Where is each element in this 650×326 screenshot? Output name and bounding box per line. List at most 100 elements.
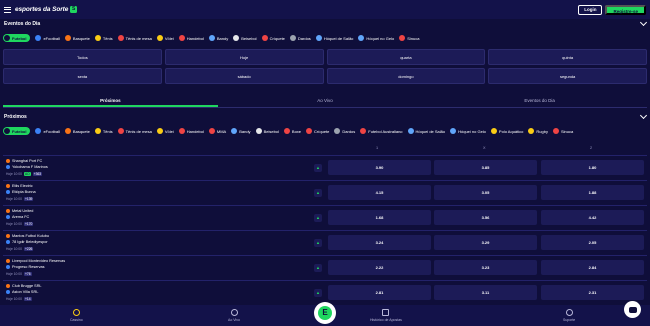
center-action-button[interactable]: E <box>314 302 336 324</box>
odds-button[interactable]: 1.88 <box>541 185 644 200</box>
event-row[interactable]: Club Brugge SRL Aston Villa SRL Hoje 10:00… <box>3 280 647 304</box>
tab-ao-vivo[interactable]: Ao Vivo <box>218 95 433 107</box>
chevron-down-icon[interactable] <box>639 111 648 120</box>
markets-count-badge[interactable]: +363 <box>32 172 43 176</box>
odds-button[interactable]: 3.29 <box>434 235 537 250</box>
event-row[interactable]: Mantos Futbol Kulubu 78 Igdir Belediyespo… <box>3 230 647 254</box>
stats-icon[interactable]: ▲ <box>314 214 322 222</box>
odds-button[interactable]: 3.11 <box>434 285 537 300</box>
stats-icon[interactable]: ▲ <box>314 164 322 172</box>
sport-chip-t-nis-de-mesa[interactable]: Tênis de mesa <box>117 128 152 134</box>
markets-count-badge[interactable]: +170 <box>23 222 34 226</box>
odds-button[interactable]: 3.23 <box>434 260 537 275</box>
chat-button[interactable] <box>624 301 641 318</box>
menu-icon[interactable] <box>4 6 11 13</box>
nav-suporte[interactable]: Suporte <box>563 309 575 322</box>
sport-chip-h-quei-de-sal-o[interactable]: Hóquei de Salão <box>407 128 445 134</box>
markets-count-badge[interactable]: +226 <box>23 247 34 251</box>
day-filter-button[interactable]: sexta <box>3 68 162 84</box>
sport-chip-h-quei-no-gelo[interactable]: Hóquei no Gelo <box>450 128 486 134</box>
sport-chip-t-nis-de-mesa[interactable]: Tênis de mesa <box>117 35 152 41</box>
sport-chip-bandy[interactable]: Bandy <box>208 35 228 41</box>
odds-button[interactable]: 2.22 <box>328 260 431 275</box>
sport-chip-t-nis[interactable]: Tênis <box>94 35 113 41</box>
odds-button[interactable]: 3.56 <box>434 210 537 225</box>
away-team: Arema FC <box>6 215 29 219</box>
odds-button[interactable]: 4.42 <box>541 210 644 225</box>
nav-historico[interactable]: Histórico de Apostas <box>370 309 402 322</box>
event-meta: Hoje 10:00 +76 <box>6 272 32 276</box>
chevron-down-icon[interactable] <box>639 18 648 27</box>
sport-chip-handebol[interactable]: Handebol <box>178 128 204 134</box>
odds-button[interactable]: 2.81 <box>328 285 431 300</box>
sport-chip-mma[interactable]: MMA <box>208 128 226 134</box>
day-filter-button[interactable]: quinta <box>488 49 647 65</box>
event-row[interactable]: Etiis Electric Etiópia Bunna Hoje 10:00 +13… <box>3 180 647 204</box>
sport-chip-rugby[interactable]: Rugby <box>528 128 548 134</box>
sport-chip-efootball[interactable]: eFootball <box>35 128 60 134</box>
event-row[interactable]: Shanghai Port FC Yokohama F Marinos Hoje 1… <box>3 155 647 179</box>
sport-chip-beisebol[interactable]: Beisebol <box>233 35 257 41</box>
odds-button[interactable]: 2.05 <box>541 235 644 250</box>
odds-button[interactable]: 3.90 <box>328 160 431 175</box>
sport-chip-bandy[interactable]: Bandy <box>231 128 251 134</box>
event-row[interactable]: Liverpool Montevideo Reservas Progreso Re… <box>3 255 647 279</box>
day-filter-button[interactable]: Todos <box>3 49 162 65</box>
sport-chip-dardos[interactable]: Dardos <box>289 35 311 41</box>
sport-chip-efootball[interactable]: eFootball <box>35 35 60 41</box>
day-filter-button[interactable]: sábado <box>164 68 324 84</box>
sport-chip-sinuca[interactable]: Sinuca <box>552 128 573 134</box>
markets-count-badge[interactable]: +14 <box>23 297 32 301</box>
login-button[interactable]: Login <box>578 4 603 15</box>
markets-count-badge[interactable]: +76 <box>23 272 32 276</box>
sport-label: Basquete <box>72 128 90 134</box>
odds-button[interactable]: 1.68 <box>328 210 431 225</box>
sport-chip-futebol[interactable]: Futebol <box>3 127 31 135</box>
sport-chip-h-quei-de-sal-o[interactable]: Hóquei de Salão <box>315 35 353 41</box>
sport-chip-basquete[interactable]: Basquete <box>64 128 90 134</box>
stats-icon[interactable]: ▲ <box>314 239 322 247</box>
sport-label: Hóquei no Gelo <box>366 35 395 41</box>
markets-count-badge[interactable]: +139 <box>23 197 34 201</box>
nav-ao-vivo[interactable]: Ao Vivo <box>228 309 240 322</box>
odds-button[interactable]: 2.84 <box>541 260 644 275</box>
odds-button[interactable]: 3.05 <box>434 185 537 200</box>
sport-label: Beisebol <box>263 128 279 134</box>
odds-button[interactable]: 4.15 <box>328 185 431 200</box>
odds-button[interactable]: 1.80 <box>541 160 644 175</box>
day-filter-button[interactable]: Hoje <box>164 49 324 65</box>
sport-chip-beisebol[interactable]: Beisebol <box>255 128 279 134</box>
sport-chip-v-lei[interactable]: Vôlei <box>156 35 174 41</box>
tab-eventos-do-dia[interactable]: Eventos do Dia <box>432 95 647 107</box>
brand-logo[interactable]: esportes da Sorte S <box>15 6 78 13</box>
sport-chip-basquete[interactable]: Basquete <box>64 35 90 41</box>
register-button[interactable]: Registre-se <box>605 4 646 15</box>
sport-chip-cr-quete[interactable]: Críquete <box>261 35 285 41</box>
event-row[interactable]: Metal United Arema FC Hoje 10:00 +170 ▲ 1.68 3… <box>3 205 647 229</box>
stats-icon[interactable]: ▲ <box>314 189 322 197</box>
odds-button[interactable]: 3.85 <box>434 160 537 175</box>
sport-chip-futebol-australiano[interactable]: Futebol Australiano <box>360 128 403 134</box>
brand-icon: E <box>318 306 332 320</box>
day-filter-button[interactable]: segunda <box>488 68 647 84</box>
stats-icon[interactable]: ▲ <box>314 264 322 272</box>
sport-icon <box>4 35 10 41</box>
tab-pr-ximos[interactable]: Próximos <box>3 95 218 107</box>
odds-button[interactable]: 3.24 <box>328 235 431 250</box>
sport-chip-t-nis[interactable]: Tênis <box>94 128 113 134</box>
sport-chip-cr-quete[interactable]: Críquete <box>306 128 329 134</box>
day-filter-button[interactable]: domingo <box>326 68 486 84</box>
stats-icon[interactable]: ▲ <box>314 289 322 297</box>
event-meta: Hoje 10:00 +170 <box>6 222 34 226</box>
day-filter-button[interactable]: quarta <box>326 49 486 65</box>
sport-chip-h-quei-no-gelo[interactable]: Hóquei no Gelo <box>358 35 394 41</box>
sport-chip-handebol[interactable]: Handebol <box>178 35 204 41</box>
sport-chip-futebol[interactable]: Futebol <box>3 34 31 42</box>
nav-cassino[interactable]: Cassino <box>70 309 83 322</box>
sport-chip-v-lei[interactable]: Vôlei <box>156 128 174 134</box>
sport-chip-sinuca[interactable]: Sinuca <box>399 35 419 41</box>
sport-chip-polo-aqu-tico[interactable]: Polo Aquático <box>490 128 523 134</box>
sport-chip-boxe[interactable]: Boxe <box>283 128 301 134</box>
sport-chip-dardos[interactable]: Dardos <box>334 128 355 134</box>
odds-button[interactable]: 2.31 <box>541 285 644 300</box>
